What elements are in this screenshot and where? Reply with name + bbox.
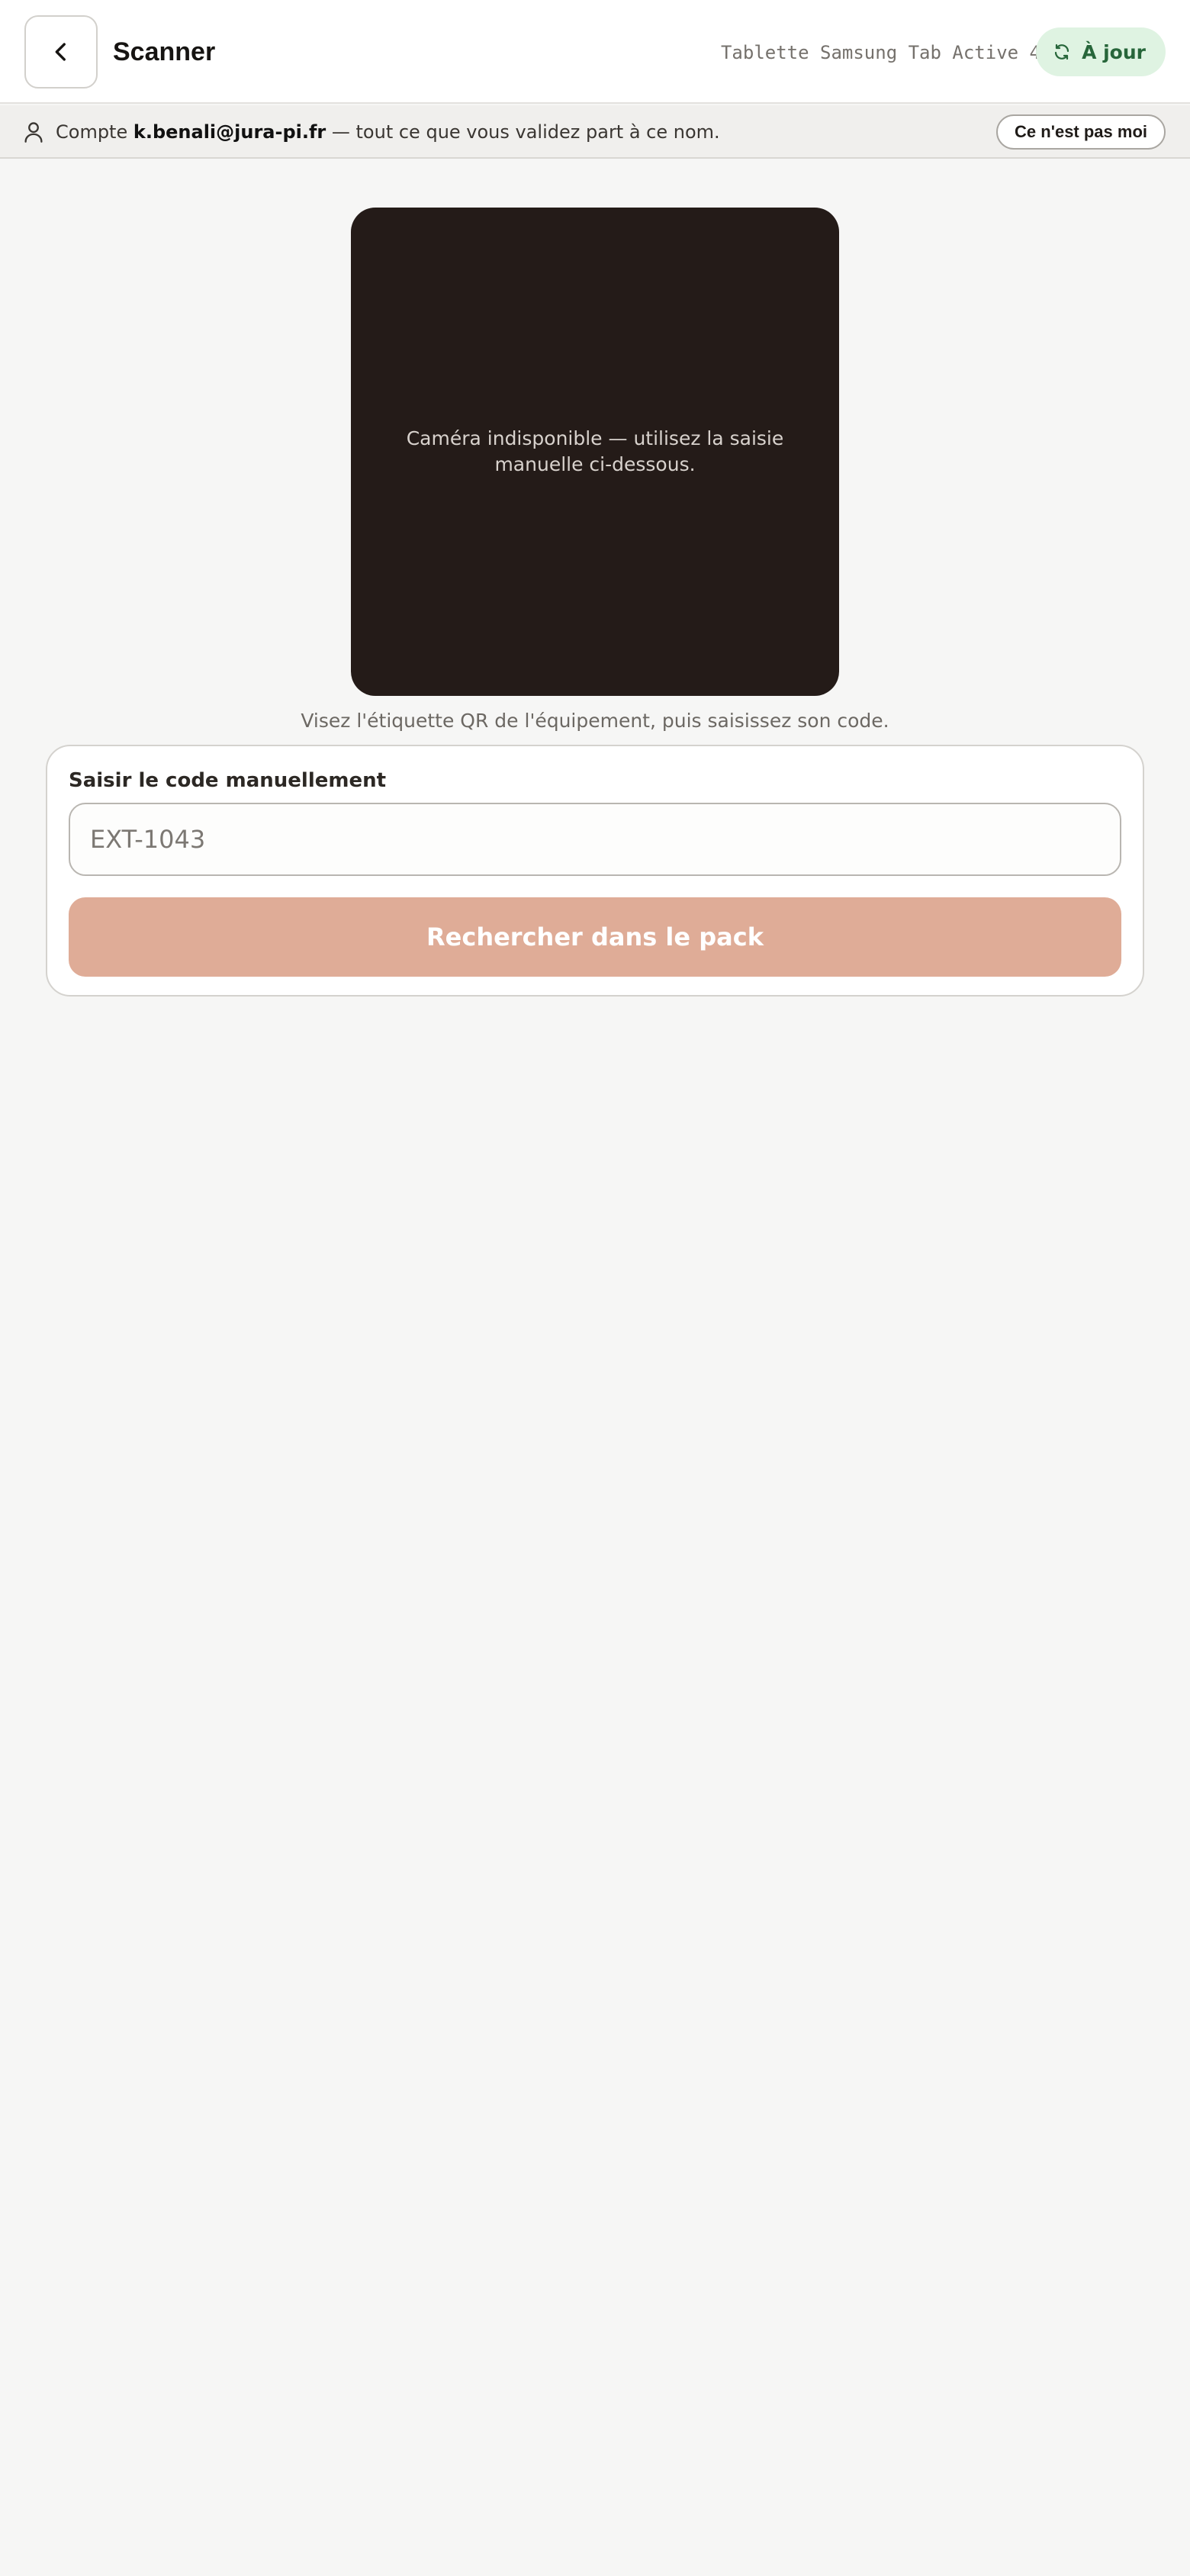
account-email: k.benali@jura-pi.fr: [133, 121, 326, 143]
user-icon: [24, 122, 43, 143]
camera-viewport: Caméra indisponible — utilisez la saisie…: [351, 208, 839, 696]
code-input[interactable]: [69, 803, 1121, 876]
chevron-left-icon: [55, 43, 66, 61]
app-header: Scanner Tablette Samsung Tab Active 4 À …: [0, 0, 1190, 104]
sync-status-label: À jour: [1082, 40, 1146, 63]
camera-unavailable-message: Caméra indisponible — utilisez la saisie…: [406, 427, 784, 475]
not-me-button[interactable]: Ce n'est pas moi: [996, 114, 1166, 150]
manual-entry-label: Saisir le code manuellement: [69, 769, 387, 792]
scan-hint: Visez l'étiquette QR de l'équipement, pu…: [301, 710, 889, 732]
page-title: Scanner: [113, 37, 216, 66]
search-pack-button[interactable]: Rechercher dans le pack: [69, 897, 1121, 977]
back-button[interactable]: [24, 15, 98, 89]
account-bar: Compte k.benali@jura-pi.fr — tout ce que…: [0, 105, 1190, 159]
sync-status-badge[interactable]: À jour: [1036, 27, 1166, 76]
account-prefix: Compte: [56, 121, 128, 143]
manual-entry-card: Saisir le code manuellement Rechercher d…: [46, 745, 1144, 997]
account-notice: Compte k.benali@jura-pi.fr — tout ce que…: [56, 119, 720, 145]
device-name: Tablette Samsung Tab Active 4: [720, 42, 1040, 63]
account-suffix: — tout ce que vous validez part à ce nom…: [331, 121, 720, 143]
sync-icon: [1054, 43, 1069, 60]
